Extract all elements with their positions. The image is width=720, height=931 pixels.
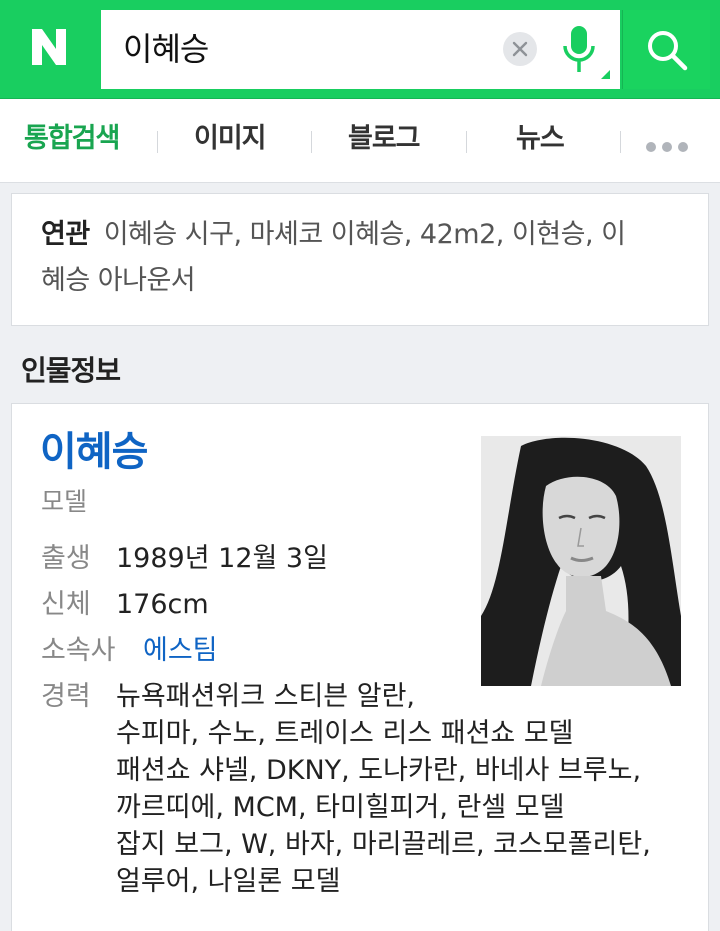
close-icon[interactable]	[503, 32, 537, 66]
related-keywords-line2[interactable]: 혜승 아나운서	[41, 265, 196, 296]
person-photo[interactable]	[481, 436, 681, 686]
career-line: 잡지 보그, W, 바자, 마리끌레르, 코스모폴리탄,	[116, 829, 651, 860]
tab-blog[interactable]: 블로그	[348, 121, 421, 157]
search-tabs: 통합검색 이미지 블로그 뉴스	[0, 99, 720, 183]
tab-divider	[311, 131, 312, 153]
info-key: 소속사	[41, 635, 116, 666]
related-searches: 연관 이혜승 시구, 마셰코 이혜승, 42m2, 이현승, 이 혜승 아나운서	[11, 193, 709, 326]
career-line: 까르띠에, MCM, 타미힐피거, 란셀 모델	[116, 792, 565, 823]
tab-divider	[157, 131, 158, 153]
career-line: 얼루어, 나일론 모델	[116, 866, 341, 897]
related-keywords-line1[interactable]: 이혜승 시구, 마셰코 이혜승, 42m2, 이현승, 이	[104, 219, 626, 250]
section-title: 인물정보	[21, 354, 121, 387]
career-list: 뉴욕패션위크 스티븐 알란, 수피마, 수노, 트레이스 리스 패션쇼 모델 패…	[116, 678, 651, 900]
tab-divider	[466, 131, 467, 153]
related-label: 연관	[41, 219, 90, 250]
naver-logo[interactable]	[28, 27, 70, 67]
search-box[interactable]: 이혜승	[101, 10, 620, 89]
info-key: 신체	[41, 589, 91, 620]
tab-integrated[interactable]: 통합검색	[24, 121, 120, 157]
info-value: 1989년 12월 3일	[116, 543, 328, 574]
person-info-card: 이혜승 모델 출생 1989년 12월 3일 신체 176cm 소속사 에스팀 …	[11, 403, 709, 931]
info-key: 경력	[41, 681, 91, 712]
search-input[interactable]: 이혜승	[123, 30, 209, 68]
search-button[interactable]	[622, 10, 710, 89]
agency-link[interactable]: 에스팀	[143, 632, 218, 669]
mic-icon[interactable]	[561, 24, 597, 76]
person-name[interactable]: 이혜승	[40, 428, 148, 476]
search-header: 이혜승	[0, 0, 720, 99]
tab-images[interactable]: 이미지	[194, 121, 267, 157]
career-line: 뉴욕패션위크 스티븐 알란,	[116, 681, 415, 712]
tab-news[interactable]: 뉴스	[516, 121, 565, 157]
info-value: 176cm	[116, 589, 209, 620]
search-icon	[648, 31, 688, 71]
info-key: 출생	[41, 543, 91, 574]
more-tabs-icon[interactable]	[646, 137, 694, 156]
mic-dropdown-indicator[interactable]	[601, 70, 610, 79]
career-line: 수피마, 수노, 트레이스 리스 패션쇼 모델	[116, 718, 574, 749]
person-occupation: 모델	[41, 487, 88, 516]
tab-divider	[620, 131, 621, 153]
career-line: 패션쇼 샤넬, DKNY, 도나카란, 바네사 브루노,	[116, 755, 642, 786]
